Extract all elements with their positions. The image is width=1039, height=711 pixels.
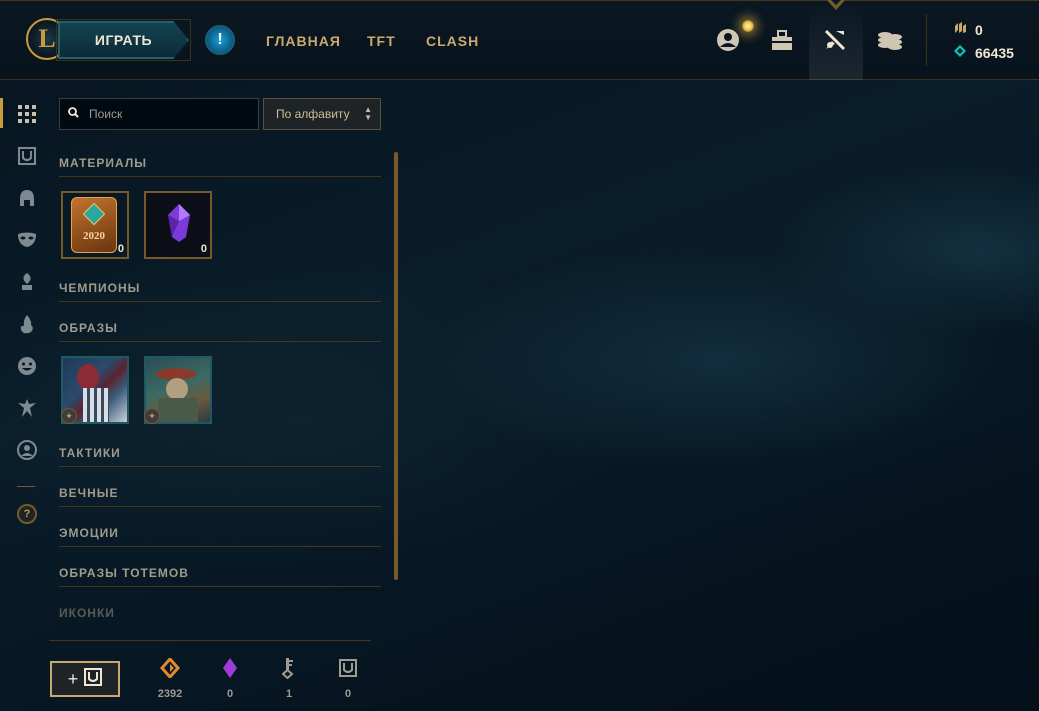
rp-icon: [953, 21, 967, 38]
mythic-essence-icon: [166, 203, 192, 248]
nav-clash[interactable]: CLASH: [426, 33, 479, 49]
search-icon: [68, 105, 79, 123]
sidebar-active-indicator: [0, 98, 3, 128]
chests-stat[interactable]: 0: [328, 656, 368, 700]
blue-essence[interactable]: 66435: [953, 44, 1014, 61]
key-icon: [269, 656, 309, 680]
play-button[interactable]: ИГРАТЬ: [58, 21, 189, 59]
store-icon[interactable]: [876, 26, 904, 54]
skin-shard-icon: ✦: [61, 408, 77, 424]
material-2020-token[interactable]: 2020 0: [61, 191, 129, 259]
alert-icon[interactable]: !: [205, 25, 235, 55]
chest-icon: [84, 667, 103, 691]
orange-essence-amount: 2392: [157, 688, 183, 700]
material-mythic-essence[interactable]: 0: [144, 191, 212, 259]
section-skins[interactable]: ОБРАЗЫ: [59, 321, 381, 342]
skin-shard-2[interactable]: ✦: [144, 356, 212, 424]
keys-stat[interactable]: 1: [269, 656, 309, 700]
sort-label: По алфавиту: [276, 107, 350, 121]
skin-shard-1[interactable]: ✦: [61, 356, 129, 424]
search-box[interactable]: [59, 98, 259, 130]
rp-amount: 0: [975, 21, 983, 38]
sort-dropdown[interactable]: По алфавиту ▲ ▼: [263, 98, 381, 130]
all-grid-icon[interactable]: [14, 101, 40, 127]
chest-icon[interactable]: [14, 143, 40, 169]
mythic-essence-amount: 0: [226, 688, 234, 700]
skin-shard-icon: ✦: [144, 408, 160, 424]
orange-essence-stat[interactable]: 2392: [150, 656, 190, 700]
totem-icon[interactable]: [14, 395, 40, 421]
emote-icon[interactable]: [14, 353, 40, 379]
footer-divider: [49, 640, 371, 641]
blue-essence-amount: 66435: [975, 44, 1014, 61]
section-tactics[interactable]: ТАКТИКИ: [59, 446, 381, 467]
mythic-essence-small-icon: [210, 656, 250, 680]
token-year: 2020: [83, 230, 105, 242]
token-2020-icon: 2020: [71, 197, 117, 253]
craft-key-button[interactable]: +: [50, 661, 120, 697]
blue-essence-icon: [953, 44, 967, 61]
profile-icon-icon[interactable]: [14, 437, 40, 463]
sidebar-divider: [17, 486, 35, 487]
mythic-essence-stat[interactable]: 0: [210, 656, 250, 700]
chests-amount: 0: [344, 688, 352, 700]
section-champions[interactable]: ЧЕМПИОНЫ: [59, 281, 381, 302]
section-ward-skins[interactable]: ОБРАЗЫ ТОТЕМОВ: [59, 566, 381, 587]
section-materials[interactable]: МАТЕРИАЛЫ: [59, 156, 381, 177]
section-icons[interactable]: ИКОНКИ: [59, 606, 381, 626]
material-count: 0: [117, 243, 124, 255]
skin-mask-icon[interactable]: [14, 227, 40, 253]
search-input[interactable]: [87, 106, 251, 122]
orange-essence-icon: [150, 656, 190, 680]
sort-arrows-icon: ▲ ▼: [364, 105, 372, 122]
keys-amount: 1: [285, 688, 293, 700]
material-count: 0: [200, 243, 207, 255]
topbar-divider: [926, 14, 927, 66]
eternals-flame-icon[interactable]: [14, 311, 40, 337]
nav-tft[interactable]: TFT: [367, 33, 396, 49]
section-eternals[interactable]: ВЕЧНЫЕ: [59, 486, 381, 507]
active-tab-indicator-inner: [827, 0, 845, 5]
craft-plus: +: [67, 668, 79, 689]
section-emotes[interactable]: ЭМОЦИИ: [59, 526, 381, 547]
champion-helmet-icon[interactable]: [14, 185, 40, 211]
riot-points[interactable]: 0: [953, 21, 983, 38]
help-label: ?: [17, 504, 37, 524]
chest-icon: [328, 656, 368, 680]
nav-home[interactable]: ГЛАВНАЯ: [266, 33, 341, 49]
loot-icon[interactable]: [821, 26, 849, 54]
collection-icon[interactable]: [768, 26, 796, 54]
help-icon[interactable]: ?: [14, 501, 40, 527]
ward-icon[interactable]: [14, 269, 40, 295]
notification-glow-icon: [742, 20, 754, 32]
scrollbar[interactable]: [394, 152, 398, 580]
profile-icon[interactable]: [714, 26, 742, 54]
